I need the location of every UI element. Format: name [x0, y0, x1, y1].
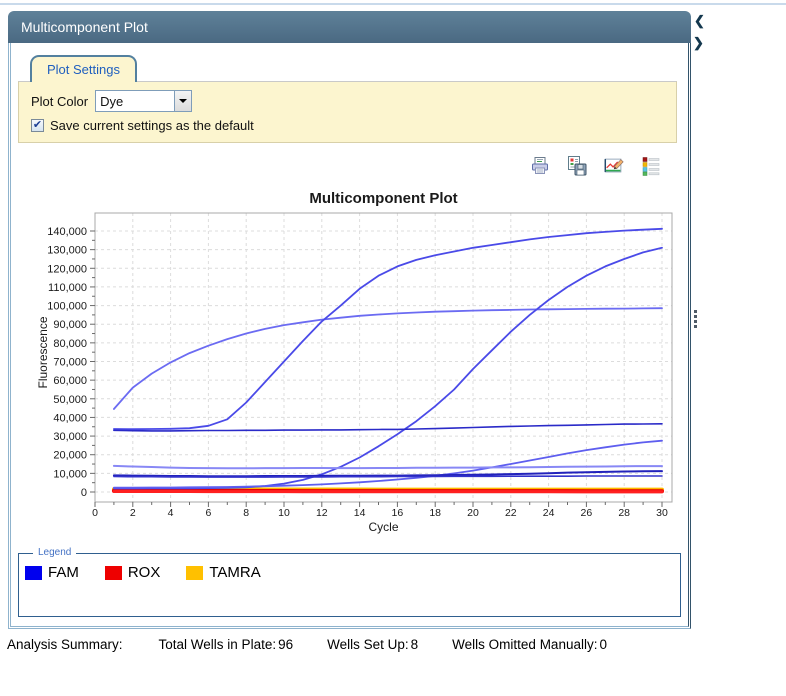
chevron-left-icon: ❮: [694, 13, 705, 28]
svg-text:12: 12: [316, 507, 328, 519]
window-title: Multicomponent Plot: [21, 19, 148, 35]
svg-text:20: 20: [467, 507, 479, 519]
svg-text:30: 30: [656, 507, 668, 519]
legend-box: Legend FAM ROX TAMRA: [18, 553, 681, 617]
chevron-right-icon: ❯: [693, 35, 704, 50]
save-default-checkbox[interactable]: ✔: [31, 119, 44, 132]
legend-label-fam: FAM: [48, 564, 79, 581]
legend-item-tamra: TAMRA: [186, 564, 260, 581]
svg-text:10,000: 10,000: [53, 468, 87, 480]
svg-text:14: 14: [354, 507, 366, 519]
svg-text:16: 16: [392, 507, 404, 519]
svg-text:0: 0: [92, 507, 98, 519]
svg-text:26: 26: [581, 507, 593, 519]
plot-toolbar: [529, 155, 662, 177]
plot-area[interactable]: Multicomponent Plot010,00020,00030,00040…: [11, 181, 688, 549]
legend-item-rox: ROX: [105, 564, 161, 581]
svg-text:Cycle: Cycle: [368, 520, 398, 534]
collapse-panel-left-button[interactable]: ❮: [694, 13, 705, 29]
tab-plot-settings[interactable]: Plot Settings: [30, 55, 137, 82]
print-icon: [529, 155, 551, 177]
tamra-color-swatch: [186, 566, 203, 580]
svg-text:70,000: 70,000: [53, 357, 87, 369]
rox-color-swatch: [105, 566, 122, 580]
edit-plot-button[interactable]: [603, 155, 625, 177]
svg-text:30,000: 30,000: [53, 431, 87, 443]
legend-toggle-button[interactable]: [640, 155, 662, 177]
save-plot-button[interactable]: [566, 155, 588, 177]
plot-color-selected-value: Dye: [96, 94, 174, 109]
svg-text:120,000: 120,000: [47, 263, 87, 275]
save-default-label[interactable]: Save current settings as the default: [50, 118, 254, 133]
analysis-summary-statusbar: Analysis Summary: Total Wells in Plate:9…: [7, 637, 607, 652]
svg-text:22: 22: [505, 507, 517, 519]
plot-settings-box: Plot Color Dye ✔ Save current settings a…: [18, 81, 677, 143]
svg-text:24: 24: [543, 507, 555, 519]
save-plot-image-icon: [566, 155, 588, 177]
svg-text:10: 10: [278, 507, 290, 519]
svg-text:20,000: 20,000: [53, 450, 87, 462]
plot-settings-group: Plot Settings Plot Color Dye ✔ Save curr…: [18, 55, 677, 143]
svg-text:50,000: 50,000: [53, 394, 87, 406]
svg-text:100,000: 100,000: [47, 301, 87, 313]
svg-text:110,000: 110,000: [48, 282, 87, 294]
legend-item-fam: FAM: [25, 564, 79, 581]
svg-text:90,000: 90,000: [53, 319, 87, 331]
svg-text:Multicomponent Plot: Multicomponent Plot: [309, 190, 457, 207]
multicomponent-plot-panel: Multicomponent Plot Plot Settings Plot C…: [8, 11, 691, 629]
svg-text:40,000: 40,000: [53, 412, 87, 424]
svg-text:6: 6: [205, 507, 211, 519]
svg-text:Fluorescence: Fluorescence: [36, 316, 50, 388]
status-analysis-summary: Analysis Summary:: [7, 637, 125, 652]
svg-text:8: 8: [243, 507, 249, 519]
expand-panel-right-button[interactable]: ❯: [693, 35, 704, 51]
svg-text:4: 4: [168, 507, 174, 519]
tab-plot-settings-label: Plot Settings: [47, 62, 120, 77]
edit-plot-icon: [603, 155, 625, 177]
splitter-grip-handle[interactable]: [694, 310, 697, 328]
svg-text:60,000: 60,000: [53, 375, 87, 387]
status-wells-set-up: Wells Set Up:8: [327, 637, 418, 652]
window-titlebar: Multicomponent Plot: [8, 11, 691, 43]
legend-label-tamra: TAMRA: [209, 564, 260, 581]
chevron-down-icon: [179, 99, 187, 103]
svg-text:28: 28: [618, 507, 630, 519]
panel-body: Plot Settings Plot Color Dye ✔ Save curr…: [8, 43, 691, 629]
legend-box-title: Legend: [33, 547, 76, 558]
status-total-wells: Total Wells in Plate:96: [159, 637, 294, 652]
svg-text:2: 2: [130, 507, 136, 519]
svg-text:18: 18: [429, 507, 441, 519]
fam-color-swatch: [25, 566, 42, 580]
legend-label-rox: ROX: [128, 564, 161, 581]
print-button[interactable]: [529, 155, 551, 177]
top-divider-line: [0, 3, 786, 5]
legend-toggle-icon: [640, 155, 662, 177]
plot-color-select[interactable]: Dye: [95, 90, 192, 112]
multicomponent-plot-chart[interactable]: Multicomponent Plot010,00020,00030,00040…: [11, 181, 688, 549]
status-wells-omitted: Wells Omitted Manually:0: [452, 637, 607, 652]
combo-dropdown-button[interactable]: [174, 91, 191, 111]
svg-text:0: 0: [81, 487, 87, 499]
app-canvas: { "window": { "title": "Multicomponent P…: [0, 0, 786, 696]
plot-color-label: Plot Color: [31, 94, 88, 109]
svg-text:130,000: 130,000: [47, 245, 87, 257]
svg-text:140,000: 140,000: [47, 226, 87, 238]
svg-text:80,000: 80,000: [53, 338, 87, 350]
